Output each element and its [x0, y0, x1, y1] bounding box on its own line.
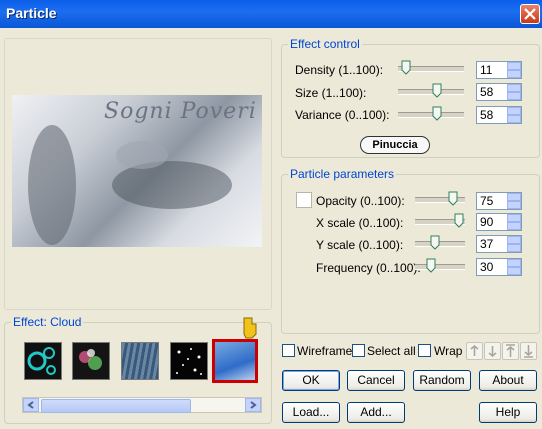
density-spinbox[interactable]: 11	[476, 61, 522, 79]
opacity-spinbox[interactable]: 75	[476, 192, 522, 210]
scroll-right-button[interactable]	[245, 398, 261, 412]
opacity-label: Opacity (0..100):	[316, 194, 405, 208]
variance-label: Variance (0..100):	[295, 108, 390, 122]
x-scale-value: 90	[480, 215, 494, 229]
opacity-value: 75	[480, 194, 494, 208]
effect-thumb-cloud[interactable]	[212, 339, 258, 383]
density-slider-thumb[interactable]	[401, 60, 411, 75]
move-bottom-button[interactable]	[520, 342, 537, 360]
variance-up-button[interactable]	[507, 107, 521, 115]
wrap-checkbox[interactable]	[418, 344, 431, 357]
arrow-top-icon	[506, 344, 515, 357]
x-scale-slider-thumb[interactable]	[454, 213, 464, 228]
effect-thumb-bubbles[interactable]	[24, 342, 62, 380]
y-scale-down-button[interactable]	[507, 244, 521, 252]
move-top-button[interactable]	[502, 342, 519, 360]
effects-scrollbar[interactable]	[22, 397, 262, 413]
frequency-down-button[interactable]	[507, 267, 521, 275]
frequency-label: Frequency (0..100):	[316, 261, 421, 275]
opacity-checkbox[interactable]	[296, 192, 312, 208]
title-bar: Particle	[0, 0, 542, 28]
effect-group-legend: Effect: Cloud	[11, 315, 84, 329]
arrow-up-icon	[470, 344, 479, 356]
random-button[interactable]: Random	[413, 370, 471, 391]
density-up-button[interactable]	[507, 62, 521, 70]
size-value: 58	[480, 85, 494, 99]
pointing-hand-icon	[243, 317, 257, 339]
frequency-slider-thumb[interactable]	[426, 258, 436, 273]
size-slider-thumb[interactable]	[432, 83, 442, 98]
opacity-slider-thumb[interactable]	[448, 191, 458, 206]
frequency-up-button[interactable]	[507, 259, 521, 267]
cancel-button[interactable]: Cancel	[347, 370, 405, 391]
variance-spinbox[interactable]: 58	[476, 106, 522, 124]
window-title: Particle	[6, 5, 57, 21]
arrow-bottom-icon	[524, 345, 533, 358]
wrap-label: Wrap	[434, 344, 463, 358]
scroll-thumb[interactable]	[41, 399, 191, 413]
wireframe-checkbox[interactable]	[282, 344, 295, 357]
frequency-slider[interactable]	[415, 264, 465, 270]
effect-control-legend: Effect control	[288, 37, 362, 51]
opacity-down-button[interactable]	[507, 201, 521, 209]
sparkles-icon	[79, 349, 102, 370]
x-scale-label: X scale (0..100):	[316, 216, 404, 230]
move-up-button[interactable]	[466, 342, 483, 360]
opacity-up-button[interactable]	[507, 193, 521, 201]
frequency-value: 30	[480, 260, 494, 274]
add-button[interactable]: Add...	[347, 402, 405, 423]
x-scale-up-button[interactable]	[507, 214, 521, 222]
stars-icon	[176, 348, 202, 375]
y-scale-slider[interactable]	[415, 241, 465, 247]
variance-down-button[interactable]	[507, 115, 521, 123]
preview-panel: Sogni Poveri	[4, 38, 272, 310]
help-button[interactable]: Help	[479, 402, 537, 423]
effect-thumb-stars[interactable]	[170, 342, 208, 380]
load-button[interactable]: Load...	[282, 402, 340, 423]
variance-slider[interactable]	[398, 112, 464, 118]
y-scale-up-button[interactable]	[507, 236, 521, 244]
close-button[interactable]	[520, 4, 540, 24]
size-label: Size (1..100):	[295, 86, 367, 100]
effect-thumb-sparkles[interactable]	[72, 342, 110, 380]
about-button[interactable]: About	[479, 370, 537, 391]
variance-slider-thumb[interactable]	[432, 106, 442, 121]
arrow-down-icon	[488, 346, 497, 358]
preview-image: Sogni Poveri	[12, 95, 262, 247]
x-scale-spinbox[interactable]: 90	[476, 213, 522, 231]
wireframe-label: Wireframe	[297, 344, 353, 358]
ok-button[interactable]: OK	[282, 370, 340, 391]
scroll-left-button[interactable]	[23, 398, 39, 412]
select-all-label: Select all	[367, 344, 416, 358]
particle-parameters-legend: Particle parameters	[288, 167, 397, 181]
close-icon	[524, 8, 536, 20]
density-label: Density (1..100):	[295, 63, 384, 77]
x-scale-down-button[interactable]	[507, 222, 521, 230]
bubbles-icon	[27, 347, 56, 375]
density-down-button[interactable]	[507, 70, 521, 78]
variance-value: 58	[480, 108, 494, 122]
preview-figure-art	[28, 125, 232, 245]
density-value: 11	[480, 63, 493, 77]
effect-thumb-rain[interactable]	[121, 342, 159, 380]
y-scale-value: 37	[480, 237, 494, 251]
size-down-button[interactable]	[507, 92, 521, 100]
size-spinbox[interactable]: 58	[476, 83, 522, 101]
y-scale-slider-thumb[interactable]	[430, 235, 440, 250]
select-all-checkbox[interactable]	[352, 344, 365, 357]
frequency-spinbox[interactable]: 30	[476, 258, 522, 276]
watermark-badge: Pinuccia	[360, 136, 430, 154]
size-slider[interactable]	[398, 89, 464, 95]
move-down-button[interactable]	[484, 342, 501, 360]
arrow-right-icon	[250, 401, 257, 409]
y-scale-label: Y scale (0..100):	[316, 238, 404, 252]
y-scale-spinbox[interactable]: 37	[476, 235, 522, 253]
arrow-left-icon	[27, 401, 34, 409]
size-up-button[interactable]	[507, 84, 521, 92]
